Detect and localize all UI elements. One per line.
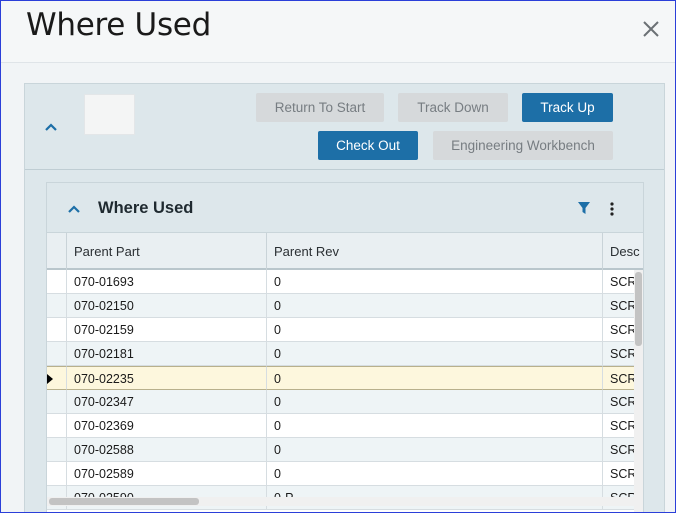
table-row[interactable]: 070-02159 0 SCR bbox=[47, 318, 643, 342]
row-selector[interactable] bbox=[47, 342, 67, 366]
current-row-arrow-icon bbox=[47, 374, 53, 384]
cell-parent-rev[interactable]: 0 bbox=[267, 390, 603, 414]
where-used-dialog: Where Used Return To Start Track Down Tr… bbox=[0, 0, 676, 513]
vertical-scroll-thumb[interactable] bbox=[635, 272, 642, 346]
row-selector[interactable] bbox=[47, 414, 67, 438]
table-row[interactable]: 070-02589 0 SCR bbox=[47, 462, 643, 486]
card-header: Where Used bbox=[47, 183, 643, 233]
table-row[interactable]: 070-01693 0 SCR bbox=[47, 270, 643, 294]
cell-parent-rev[interactable]: 0 bbox=[267, 366, 603, 390]
cell-parent-rev[interactable]: 0 bbox=[267, 342, 603, 366]
column-header-parent-rev[interactable]: Parent Rev bbox=[267, 233, 603, 270]
table-row[interactable]: 070-02235 0 SCR bbox=[47, 366, 643, 390]
part-thumbnail bbox=[84, 94, 135, 135]
cell-parent-part[interactable]: 070-02159 bbox=[67, 318, 267, 342]
engineering-workbench-button[interactable]: Engineering Workbench bbox=[433, 131, 613, 160]
cell-parent-part[interactable]: 070-02589 bbox=[67, 462, 267, 486]
chevron-up-icon[interactable] bbox=[67, 202, 81, 214]
column-header-parent-part[interactable]: Parent Part bbox=[67, 233, 267, 270]
grid-header: Parent Part Parent Rev Desc bbox=[47, 233, 643, 270]
return-to-start-button[interactable]: Return To Start bbox=[256, 93, 384, 122]
chevron-up-icon[interactable] bbox=[43, 120, 59, 134]
card-title: Where Used bbox=[98, 199, 194, 217]
cell-parent-rev[interactable]: 0 bbox=[267, 414, 603, 438]
cell-parent-rev[interactable]: 0 bbox=[267, 294, 603, 318]
row-selector[interactable] bbox=[47, 462, 67, 486]
cell-parent-part[interactable]: 070-01693 bbox=[67, 270, 267, 294]
row-selector[interactable] bbox=[47, 270, 67, 294]
where-used-panel: Return To Start Track Down Track Up Chec… bbox=[24, 83, 665, 512]
column-header-description[interactable]: Desc bbox=[603, 233, 643, 270]
cell-parent-rev[interactable]: 0 bbox=[267, 270, 603, 294]
where-used-card: Where Used Parent Part Parent Rev Desc 0… bbox=[46, 182, 644, 512]
close-icon[interactable] bbox=[641, 19, 661, 39]
table-row[interactable]: 070-02369 0 SCR bbox=[47, 414, 643, 438]
cell-parent-part[interactable]: 070-02235 bbox=[67, 366, 267, 390]
cell-parent-rev[interactable]: 0 bbox=[267, 438, 603, 462]
cell-parent-rev[interactable]: 0 bbox=[267, 462, 603, 486]
cell-parent-part[interactable]: 070-02588 bbox=[67, 438, 267, 462]
where-used-grid: Parent Part Parent Rev Desc 070-01693 0 SC… bbox=[47, 233, 643, 512]
dialog-title: Where Used bbox=[26, 7, 211, 43]
filter-icon[interactable] bbox=[577, 201, 591, 215]
vertical-scrollbar[interactable] bbox=[634, 270, 643, 512]
table-row[interactable]: 070-02588 0 SCR bbox=[47, 438, 643, 462]
cell-parent-part[interactable]: 070-02150 bbox=[67, 294, 267, 318]
dialog-titlebar: Where Used bbox=[1, 1, 675, 63]
table-row[interactable]: 070-02150 0 SCR bbox=[47, 294, 643, 318]
track-up-button[interactable]: Track Up bbox=[522, 93, 613, 122]
horizontal-scrollbar[interactable] bbox=[47, 497, 634, 506]
table-row[interactable]: 070-02181 0 SCR bbox=[47, 342, 643, 366]
track-down-button[interactable]: Track Down bbox=[398, 93, 508, 122]
row-selector[interactable] bbox=[47, 294, 67, 318]
cell-parent-part[interactable]: 070-02369 bbox=[67, 414, 267, 438]
row-selector[interactable] bbox=[47, 318, 67, 342]
more-options-icon[interactable] bbox=[607, 201, 617, 217]
table-row[interactable]: 070-02347 0 SCR bbox=[47, 390, 643, 414]
panel-toolbar: Return To Start Track Down Track Up Chec… bbox=[25, 84, 664, 170]
row-selector[interactable] bbox=[47, 438, 67, 462]
check-out-button[interactable]: Check Out bbox=[318, 131, 418, 160]
row-selector-header bbox=[47, 233, 67, 270]
cell-parent-rev[interactable]: 0 bbox=[267, 318, 603, 342]
row-selector[interactable] bbox=[47, 366, 67, 390]
cell-parent-part[interactable]: 070-02347 bbox=[67, 390, 267, 414]
horizontal-scroll-thumb[interactable] bbox=[49, 498, 199, 505]
cell-parent-part[interactable]: 070-02181 bbox=[67, 342, 267, 366]
row-selector[interactable] bbox=[47, 390, 67, 414]
